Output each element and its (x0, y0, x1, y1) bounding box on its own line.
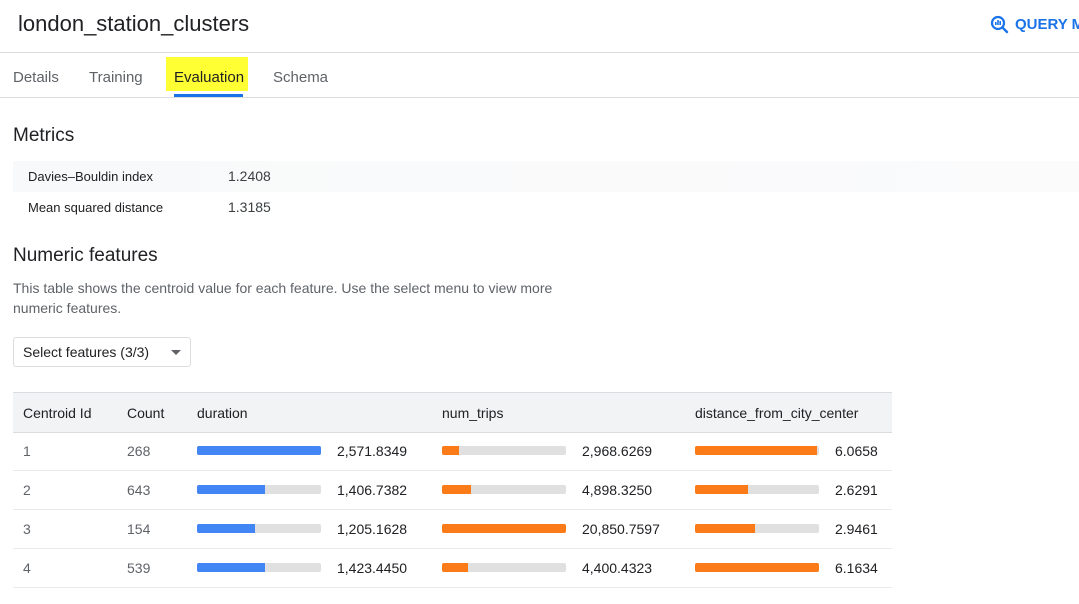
distance-bar-track (695, 446, 819, 455)
cell-num-trips-value: 4,898.3250 (582, 482, 653, 498)
duration-bar-track (197, 563, 321, 572)
num-trips-bar-track (442, 563, 566, 572)
cell-distance-value: 2.6291 (835, 482, 878, 498)
cell-distance-value: 2.9461 (835, 521, 878, 537)
metrics-heading: Metrics (13, 125, 75, 146)
cell-num-trips-value: 2,968.6269 (582, 443, 653, 459)
cell-distance-value: 6.0658 (835, 443, 878, 459)
cell-centroid-id: 1 (23, 443, 31, 459)
select-features-label: Select features (3/3) (23, 344, 150, 360)
query-model-label: QUERY M (1015, 16, 1079, 33)
cell-num-trips-value: 4,400.4323 (582, 560, 653, 576)
num-trips-bar-fill (442, 446, 460, 455)
metric-label: Mean squared distance (28, 200, 164, 215)
query-model-button[interactable]: QUERY M (990, 15, 1079, 34)
distance-bar-track (695, 524, 819, 533)
cell-centroid-id: 3 (23, 521, 31, 537)
num-trips-bar-track (442, 524, 566, 533)
table-row: 4 539 1,423.4450 4,400.4323 6.1634 (13, 548, 892, 588)
tab-bar: Details Training Evaluation Schema (0, 53, 1079, 98)
select-features-dropdown[interactable]: Select features (3/3) (13, 337, 191, 367)
distance-bar-fill (695, 563, 819, 572)
distance-bar-track (695, 563, 819, 572)
duration-bar-fill (197, 446, 321, 455)
cell-duration-value: 1,423.4450 (337, 560, 408, 576)
num-trips-bar-fill (442, 524, 566, 533)
distance-bar-fill (695, 446, 817, 455)
cell-num-trips-value: 20,850.7597 (582, 521, 660, 537)
page-title: london_station_clusters (18, 11, 250, 36)
cell-count: 154 (127, 521, 151, 537)
table-row: 3 154 1,205.1628 20,850.7597 2.9461 (13, 509, 892, 549)
metric-label: Davies–Bouldin index (28, 169, 154, 184)
duration-bar-fill (197, 524, 256, 533)
num-trips-bar-track (442, 446, 566, 455)
cell-distance-value: 6.1634 (835, 560, 878, 576)
page-header: london_station_clusters QUERY M (0, 0, 1079, 53)
duration-bar-track (197, 446, 321, 455)
active-tab-indicator (174, 94, 243, 97)
num-trips-bar-fill (442, 563, 469, 572)
distance-bar-fill (695, 485, 749, 494)
metrics-table: Davies–Bouldin index 1.2408 Mean squared… (13, 161, 1079, 223)
column-header-duration: duration (197, 405, 248, 421)
distance-bar-fill (695, 524, 755, 533)
column-header-num-trips: num_trips (442, 405, 504, 421)
duration-bar-fill (197, 485, 266, 494)
numeric-features-description: This table shows the centroid value for … (13, 280, 553, 316)
metric-row: Mean squared distance 1.3185 (13, 192, 1079, 223)
query-icon (990, 15, 1009, 34)
table-header: Centroid Id Count duration num_trips dis… (13, 392, 892, 433)
num-trips-bar-track (442, 485, 566, 494)
column-header-count: Count (127, 405, 165, 421)
num-trips-bar-fill (442, 485, 471, 494)
duration-bar-track (197, 485, 321, 494)
cell-count: 268 (127, 443, 151, 459)
cell-centroid-id: 2 (23, 482, 31, 498)
cell-count: 539 (127, 560, 151, 576)
metric-value: 1.3185 (228, 199, 271, 215)
column-header-distance: distance_from_city_center (695, 405, 859, 421)
table-row: 1 268 2,571.8349 2,968.6269 6.0658 (13, 431, 892, 471)
metric-row: Davies–Bouldin index 1.2408 (13, 161, 1079, 192)
column-header-centroid-id: Centroid Id (23, 405, 92, 421)
distance-bar-track (695, 485, 819, 494)
tab-schema[interactable]: Schema (273, 69, 328, 86)
cell-duration-value: 1,406.7382 (337, 482, 408, 498)
metric-value: 1.2408 (228, 168, 271, 184)
cell-count: 643 (127, 482, 151, 498)
table-row: 2 643 1,406.7382 4,898.3250 2.6291 (13, 470, 892, 510)
tab-evaluation[interactable]: Evaluation (174, 69, 244, 86)
numeric-features-heading: Numeric features (13, 245, 158, 266)
tab-details[interactable]: Details (13, 69, 59, 86)
cell-centroid-id: 4 (23, 560, 31, 576)
tab-training[interactable]: Training (89, 69, 143, 86)
duration-bar-fill (197, 563, 266, 572)
caret-down-icon (171, 350, 181, 355)
cell-duration-value: 1,205.1628 (337, 521, 408, 537)
duration-bar-track (197, 524, 321, 533)
cell-duration-value: 2,571.8349 (337, 443, 408, 459)
